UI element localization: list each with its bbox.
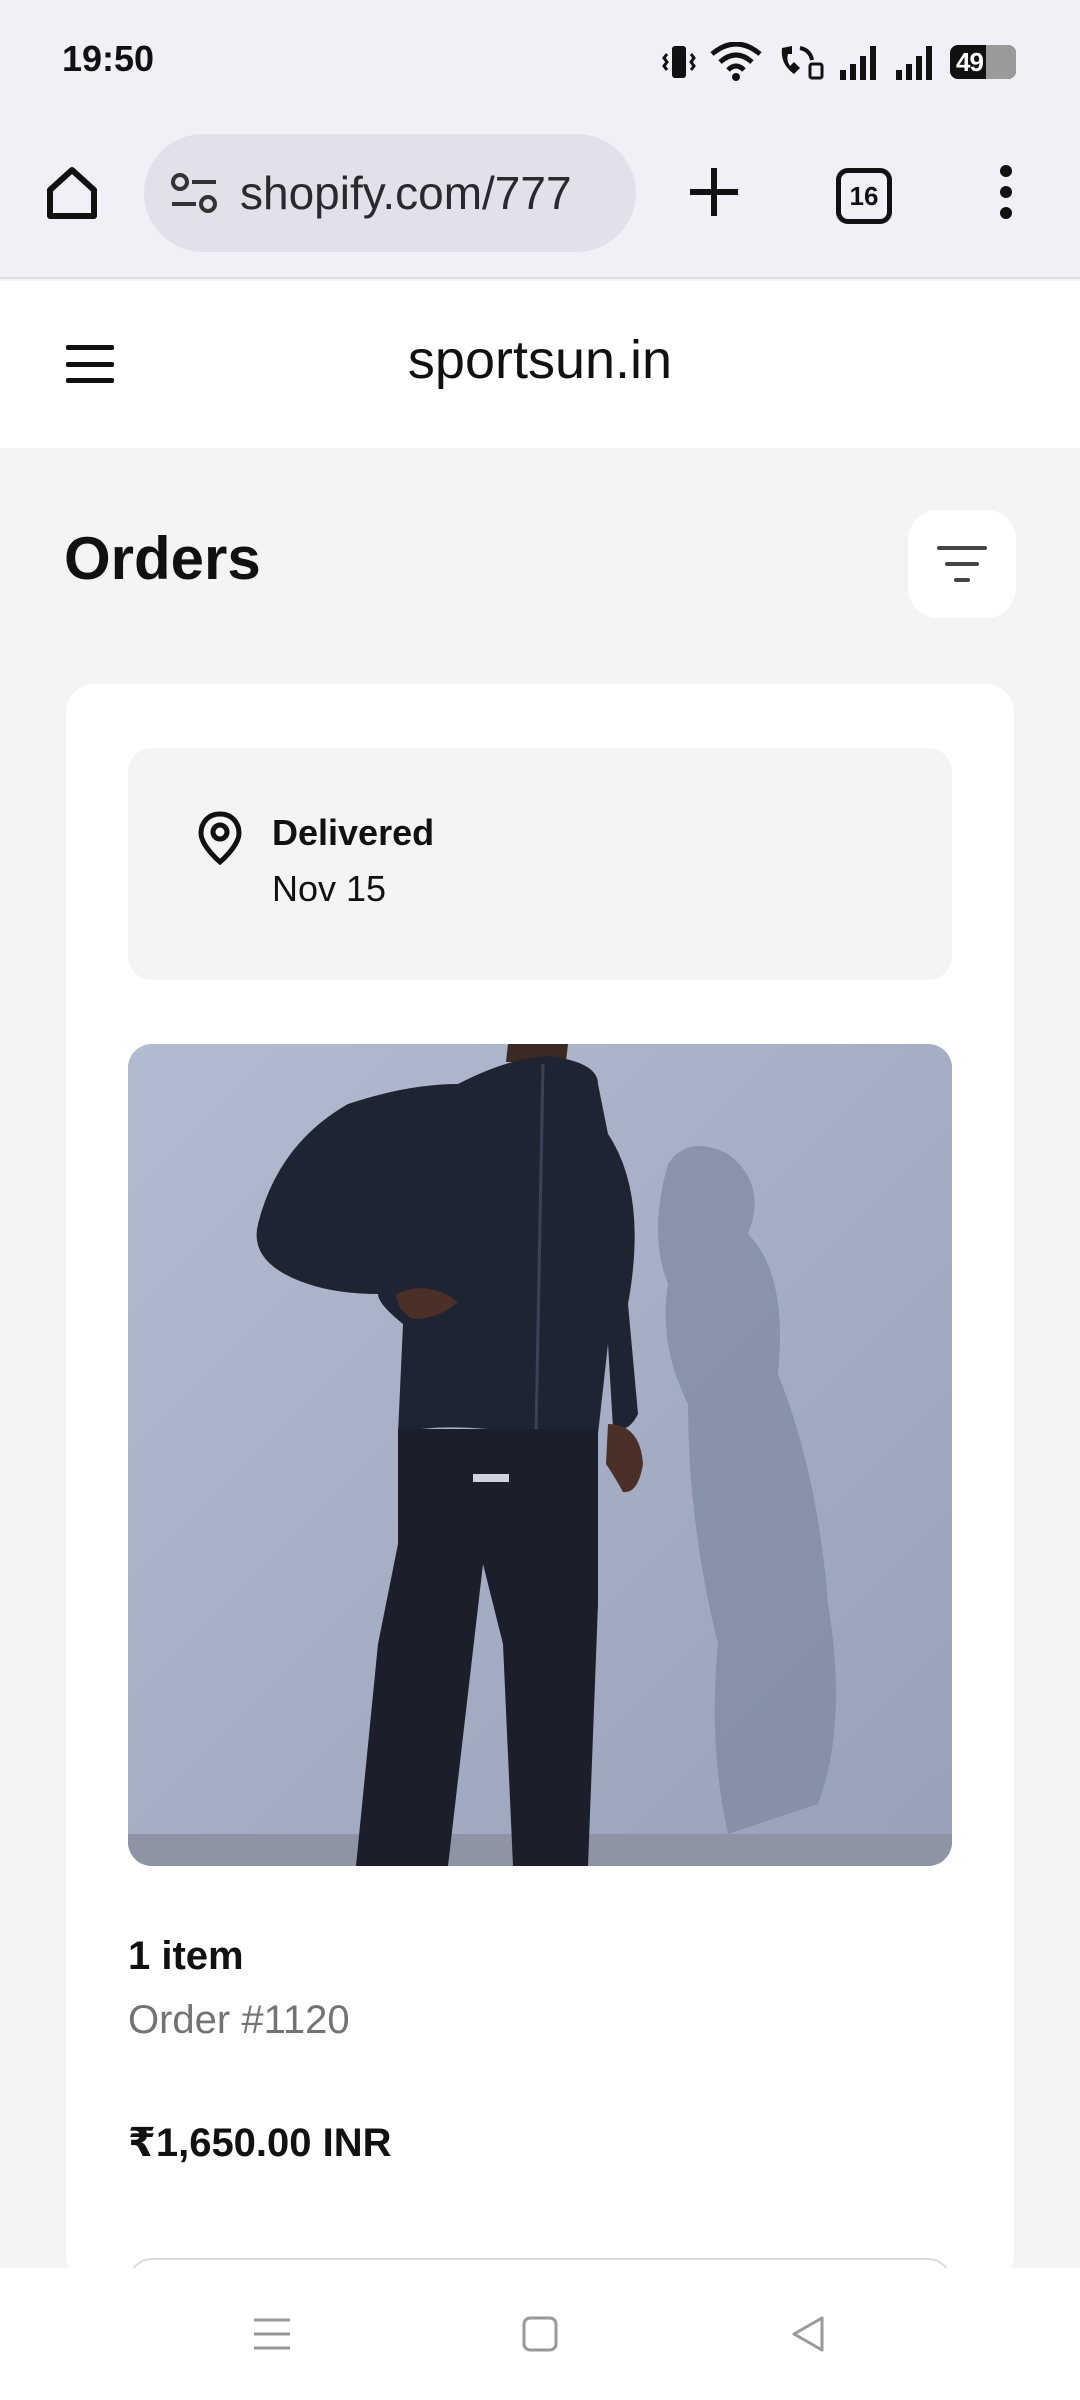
tab-switcher-button[interactable]: 16	[836, 168, 892, 224]
recents-icon	[254, 2318, 290, 2350]
status-date: Nov 15	[272, 868, 387, 909]
browser-chrome: 19:50 49 shopify.com/777 16	[0, 0, 1080, 279]
product-image[interactable]	[128, 1044, 952, 1866]
signal-1-icon	[840, 46, 876, 80]
square-home-icon	[522, 2316, 558, 2352]
address-bar[interactable]: shopify.com/777	[144, 134, 636, 252]
site-settings-icon[interactable]	[166, 165, 222, 221]
location-pin-icon	[198, 811, 242, 866]
vibrate-icon	[662, 46, 696, 78]
status-time: 19:50	[62, 38, 155, 79]
item-count: 1 item	[128, 1934, 244, 1978]
url-text: shopify.com/777	[240, 167, 572, 219]
recents-button[interactable]	[236, 2298, 308, 2370]
order-number: Order #1120	[128, 1998, 350, 2042]
back-button[interactable]	[772, 2298, 844, 2370]
filter-icon	[937, 546, 987, 582]
plus-icon	[690, 168, 738, 216]
back-triangle-icon	[792, 2316, 824, 2352]
tracksuit-photo	[128, 1044, 952, 1866]
status-icons: 49	[662, 38, 1016, 86]
store-title[interactable]: sportsun.in	[0, 329, 1080, 391]
signal-2-icon	[896, 46, 932, 80]
new-tab-button[interactable]	[678, 156, 750, 228]
more-vert-icon	[1000, 165, 1012, 177]
wifi-icon	[710, 42, 762, 81]
home-button[interactable]	[36, 156, 108, 228]
status-label: Delivered	[272, 812, 435, 853]
system-nav-bar	[0, 2268, 1080, 2400]
home-icon	[47, 167, 97, 219]
wifi-calling-icon	[781, 46, 824, 80]
order-total: ₹1,650.00 INR	[128, 2121, 392, 2165]
delivery-status: Delivered Nov 15	[128, 748, 952, 980]
filter-button[interactable]	[908, 510, 1016, 618]
battery-level: 49	[956, 46, 984, 77]
order-card[interactable]: Delivered Nov 15 1 item Order #1120 ₹1,6…	[66, 684, 1014, 2338]
tab-count: 16	[849, 180, 879, 211]
store-header: sportsun.in	[0, 281, 1080, 448]
browser-menu-button[interactable]	[976, 156, 1036, 228]
home-nav-button[interactable]	[504, 2298, 576, 2370]
page-title: Orders	[64, 525, 261, 592]
battery-icon: 49	[950, 45, 1016, 79]
